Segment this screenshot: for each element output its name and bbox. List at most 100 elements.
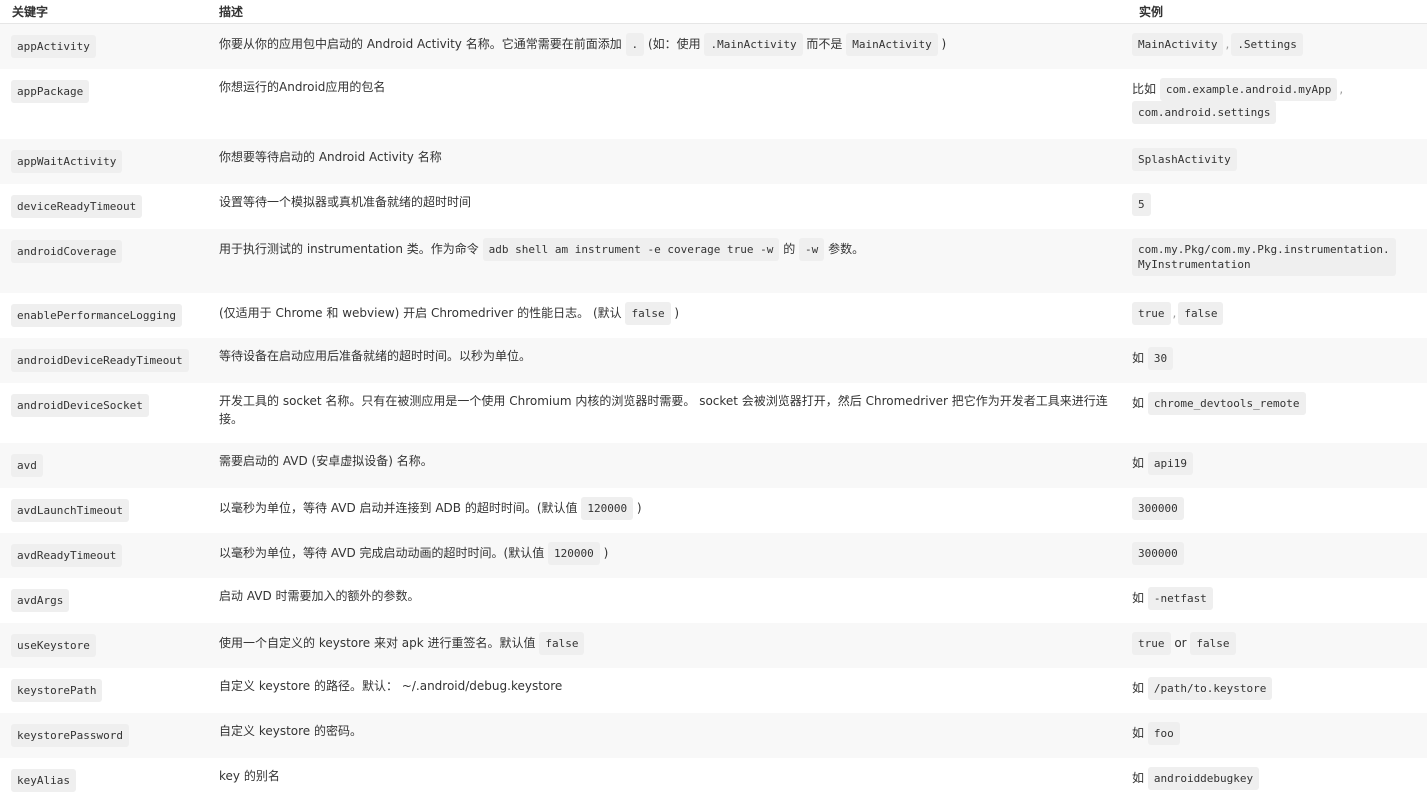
- example-cell: 如 30: [1127, 338, 1427, 383]
- inline-code: foo: [1147, 721, 1180, 745]
- description-cell: 使用一个自定义的 keystore 来对 apk 进行重签名。默认值 false: [207, 623, 1127, 668]
- inline-code: false: [1190, 631, 1236, 655]
- keyword-code: appPackage: [11, 79, 90, 103]
- example-cell: com.my.Pkg/com.my.Pkg.instrumentation. My…: [1127, 229, 1427, 293]
- text-segment: 等待设备在启动应用后准备就绪的超时时间。以秒为单位。: [219, 348, 532, 363]
- inline-code: adb shell am instrument -e coverage true…: [482, 237, 780, 261]
- text-segment: key 的别名: [219, 768, 280, 783]
- text-segment: 如: [1132, 680, 1148, 695]
- key-cell: androidDeviceReadyTimeout: [0, 338, 207, 383]
- example-cell: 如 foo: [1127, 713, 1427, 758]
- description-cell: key 的别名: [207, 758, 1127, 803]
- keyword-code: androidDeviceSocket: [11, 393, 149, 417]
- keyword-code: avdArgs: [11, 588, 70, 612]
- keyword-code: androidCoverage: [11, 239, 123, 263]
- key-cell: appPackage: [0, 69, 207, 139]
- description-cell: 开发工具的 socket 名称。只有在被测应用是一个使用 Chromium 内核…: [207, 383, 1127, 443]
- table-row: deviceReadyTimeout 设置等待一个模拟器或真机准备就绪的超时时间 5: [0, 183, 1427, 229]
- text-segment: 以毫秒为单位，等待 AVD 启动并连接到 ADB 的超时时间。(默认值: [219, 500, 582, 515]
- inline-code: api19: [1147, 451, 1193, 475]
- description-cell: 自定义 keystore 的密码。: [207, 713, 1127, 758]
- keyword-code: keystorePath: [11, 678, 103, 702]
- keyword-code: keyAlias: [11, 768, 76, 792]
- text-segment: 需要启动的 AVD (安卓虚拟设备) 名称。: [219, 453, 433, 468]
- separator: ,: [1225, 37, 1230, 51]
- table-row: keyAlias key 的别名 如 androiddebugkey: [0, 757, 1427, 803]
- key-cell: keyAlias: [0, 758, 207, 803]
- table-row: appPackage 你想运行的Android应用的包名 比如 com.exampl…: [0, 68, 1427, 139]
- key-cell: deviceReadyTimeout: [0, 184, 207, 229]
- inline-code: .Settings: [1231, 33, 1303, 56]
- header-example: 实例: [1127, 0, 1427, 24]
- text-segment: 参数。: [824, 241, 865, 256]
- separator: ,: [1339, 81, 1344, 96]
- text-segment: 自定义 keystore 的路径。默认： ~/.android/debug.ke…: [219, 678, 563, 693]
- example-cell: true or false: [1127, 623, 1427, 668]
- inline-code: false: [539, 631, 585, 655]
- table-row: keystorePath 自定义 keystore 的路径。默认： ~/.andr…: [0, 667, 1427, 713]
- text-segment: 你要从你的应用包中启动的 Android Activity 名称。它通常需要在前…: [219, 37, 626, 51]
- key-cell: avdArgs: [0, 578, 207, 623]
- inline-code: 120000: [581, 496, 634, 520]
- inline-code: 120000: [548, 541, 600, 565]
- inline-code: .MainActivity: [704, 33, 803, 56]
- text-segment: 如: [1132, 725, 1148, 740]
- inline-code: 5: [1132, 192, 1151, 216]
- key-cell: keystorePassword: [0, 713, 207, 758]
- inline-code: com.android.settings: [1132, 100, 1277, 124]
- table-row: useKeystore 使用一个自定义的 keystore 来对 apk 进行重签…: [0, 622, 1427, 668]
- example-cell: 如 -netfast: [1127, 578, 1427, 623]
- table-row: avdReadyTimeout 以毫秒为单位，等待 AVD 完成启动动画的超时时间…: [0, 532, 1427, 578]
- table-row: androidCoverage 用于执行测试的 instrumentation 类…: [0, 228, 1427, 293]
- table-row: avdLaunchTimeout 以毫秒为单位，等待 AVD 启动并连接到 ADB…: [0, 487, 1427, 533]
- table-row: androidDeviceSocket 开发工具的 socket 名称。只有在被测…: [0, 382, 1427, 443]
- key-cell: useKeystore: [0, 623, 207, 668]
- keyword-code: deviceReadyTimeout: [11, 194, 143, 218]
- description-cell: 需要启动的 AVD (安卓虚拟设备) 名称。: [207, 443, 1127, 488]
- text-segment: 如: [1132, 395, 1148, 410]
- text-segment: 如: [1132, 590, 1148, 605]
- key-cell: appActivity: [0, 24, 207, 69]
- description-cell: 以毫秒为单位，等待 AVD 完成启动动画的超时时间。(默认值 120000 ): [207, 533, 1127, 578]
- text-segment: 以毫秒为单位，等待 AVD 完成启动动画的超时时间。(默认值: [219, 545, 549, 560]
- inline-code: MainActivity: [846, 33, 938, 56]
- key-cell: keystorePath: [0, 668, 207, 713]
- description-cell: 以毫秒为单位，等待 AVD 启动并连接到 ADB 的超时时间。(默认值 1200…: [207, 488, 1127, 533]
- inline-code: androiddebugkey: [1147, 766, 1260, 790]
- keyword-code: appActivity: [11, 35, 96, 58]
- table-row: avdArgs 启动 AVD 时需要加入的额外的参数。 如 -netfast: [0, 577, 1427, 623]
- table-row: avd 需要启动的 AVD (安卓虚拟设备) 名称。 如 api19: [0, 442, 1427, 488]
- keyword-code: appWaitActivity: [11, 149, 123, 173]
- example-cell: 300000: [1127, 488, 1427, 533]
- text-segment: 自定义 keystore 的密码。: [219, 723, 362, 738]
- inline-code: com.example.android.myApp: [1159, 77, 1338, 101]
- header-desc: 描述: [207, 0, 1127, 24]
- text-segment: 你想运行的Android应用的包名: [219, 79, 386, 94]
- capabilities-table: 关键字 描述 实例 appActivity 你要从你的应用包中启动的 Androi…: [0, 0, 1427, 803]
- table-row: appWaitActivity 你想要等待启动的 Android Activity…: [0, 138, 1427, 184]
- description-cell: 用于执行测试的 instrumentation 类。作为命令 adb shell…: [207, 229, 1127, 293]
- keyword-code: avdLaunchTimeout: [11, 498, 129, 522]
- text-segment: 你想要等待启动的 Android Activity 名称: [219, 149, 442, 164]
- table-row: keystorePassword 自定义 keystore 的密码。 如 foo: [0, 712, 1427, 758]
- text-segment: 开发工具的 socket 名称。只有在被测应用是一个使用 Chromium 内核…: [219, 393, 1108, 426]
- text-segment: (如：使用: [644, 37, 705, 51]
- table-header-row: 关键字 描述 实例: [0, 0, 1427, 24]
- key-cell: enablePerformanceLogging: [0, 293, 207, 338]
- keyword-code: enablePerformanceLogging: [11, 303, 182, 327]
- description-cell: 设置等待一个模拟器或真机准备就绪的超时时间: [207, 184, 1127, 229]
- key-cell: androidDeviceSocket: [0, 383, 207, 443]
- example-cell: 300000: [1127, 533, 1427, 578]
- description-cell: 自定义 keystore 的路径。默认： ~/.android/debug.ke…: [207, 668, 1127, 713]
- inline-code: true: [1132, 301, 1171, 325]
- text-segment: 设置等待一个模拟器或真机准备就绪的超时时间: [219, 194, 472, 209]
- example-cell: 如 api19: [1127, 443, 1427, 488]
- separator: ,: [1172, 305, 1177, 320]
- header-key: 关键字: [0, 0, 207, 24]
- inline-code: false: [1178, 301, 1224, 325]
- inline-code: .: [625, 33, 645, 56]
- text-segment: 用于执行测试的 instrumentation 类。作为命令: [219, 241, 483, 256]
- inline-code: false: [625, 301, 671, 325]
- description-cell: 启动 AVD 时需要加入的额外的参数。: [207, 578, 1127, 623]
- key-cell: avd: [0, 443, 207, 488]
